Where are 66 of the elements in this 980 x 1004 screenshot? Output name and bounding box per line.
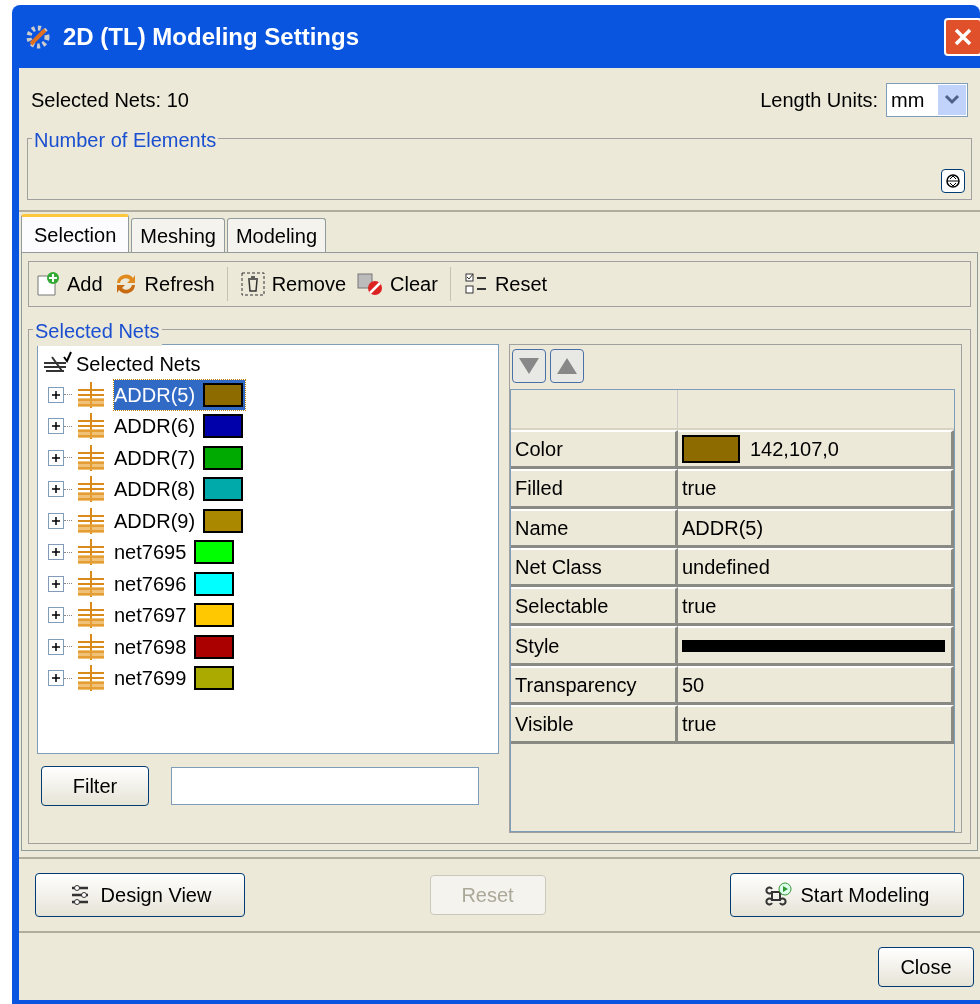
trash-icon xyxy=(239,271,266,297)
toolbar-button[interactable]: Reset xyxy=(462,269,548,299)
tree-item[interactable]: net7695 xyxy=(114,537,237,568)
property-value[interactable]: true xyxy=(678,469,954,506)
expand-icon[interactable] xyxy=(48,386,64,403)
tab[interactable]: Meshing xyxy=(131,218,225,252)
property-value[interactable]: true xyxy=(678,587,954,624)
move-down-button[interactable] xyxy=(512,349,546,383)
tab[interactable]: Selection xyxy=(21,214,130,252)
action-button[interactable]: Start Modeling xyxy=(730,873,964,917)
property-value[interactable] xyxy=(678,626,954,663)
checklist-icon xyxy=(462,271,489,297)
expand-icon[interactable] xyxy=(48,607,64,624)
length-units-label: Length Units: xyxy=(760,88,878,113)
property-name: Filled xyxy=(511,469,678,506)
gear-icon xyxy=(25,23,51,50)
expand-icon[interactable] xyxy=(48,670,64,687)
toolbar-button[interactable]: Add xyxy=(35,269,103,299)
toolbar-button[interactable]: Clear xyxy=(356,269,438,299)
expand-icon[interactable] xyxy=(48,544,64,561)
filter-field[interactable] xyxy=(171,767,479,805)
tree-item[interactable]: net7696 xyxy=(114,568,237,599)
property-name: Color xyxy=(511,430,678,467)
expand-icon[interactable] xyxy=(48,418,64,435)
units-dropdown[interactable]: mm xyxy=(886,83,968,117)
property-value[interactable]: true xyxy=(678,705,954,742)
close-icon[interactable] xyxy=(944,17,980,56)
property-name: Net Class xyxy=(511,547,678,585)
property-value[interactable]: ADDR(5) xyxy=(678,508,954,545)
action-button[interactable]: Design View xyxy=(35,873,245,917)
property-value[interactable]: undefined xyxy=(678,547,954,585)
tree-item[interactable]: ADDR(7) xyxy=(114,442,246,473)
property-value[interactable]: 50 xyxy=(678,665,954,703)
tree-item[interactable]: net7698 xyxy=(114,631,237,662)
property-name: Name xyxy=(511,508,678,545)
toolbar-button[interactable]: Remove xyxy=(239,269,347,299)
add-file-icon xyxy=(35,271,61,297)
selected-nets-count: Selected Nets: 10 xyxy=(31,88,189,113)
toolbar-button[interactable]: Refresh xyxy=(112,269,215,299)
play-command-icon xyxy=(764,882,793,908)
property-value[interactable]: 142,107,0 xyxy=(678,430,954,467)
close-button[interactable]: Close xyxy=(878,946,974,987)
expand-icon[interactable] xyxy=(48,575,64,592)
tree-item[interactable]: ADDR(9) xyxy=(114,505,246,536)
up-triangle-icon xyxy=(556,357,578,375)
window-title: 2D (TL) Modeling Settings xyxy=(63,21,360,52)
tree-item[interactable]: ADDR(5) xyxy=(114,379,246,410)
tree-item[interactable]: ADDR(8) xyxy=(114,474,246,505)
expand-icon[interactable] xyxy=(48,512,64,529)
down-triangle-icon xyxy=(518,357,540,375)
tree-item[interactable]: net7699 xyxy=(114,663,237,694)
expand-icon[interactable] xyxy=(48,481,64,498)
property-name: Style xyxy=(511,626,678,663)
collapse-icon[interactable] xyxy=(941,169,965,193)
move-up-button[interactable] xyxy=(550,349,584,383)
property-name: Visible xyxy=(511,705,678,742)
tab[interactable]: Modeling xyxy=(226,218,327,252)
expand-icon[interactable] xyxy=(48,449,64,466)
tree-item[interactable]: net7697 xyxy=(114,600,237,631)
tree-root: Selected Nets xyxy=(76,352,201,377)
property-name: Selectable xyxy=(511,587,678,624)
clear-icon xyxy=(356,271,385,297)
expand-icon[interactable] xyxy=(48,638,64,655)
filter-button[interactable]: Filter xyxy=(41,766,149,806)
tree-item[interactable]: ADDR(6) xyxy=(114,411,246,442)
property-name: Transparency xyxy=(511,665,678,703)
